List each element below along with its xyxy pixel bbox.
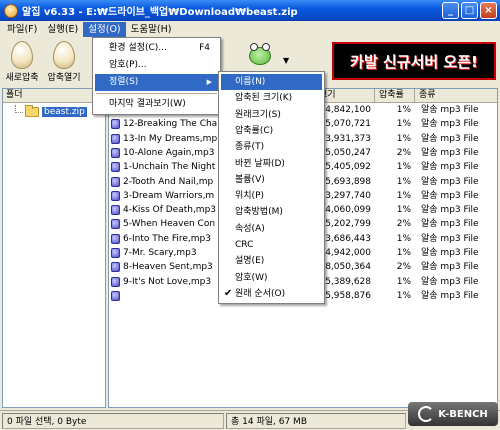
sort-item[interactable]: 속성(A) — [221, 221, 322, 237]
sort-item[interactable]: CRC — [221, 237, 322, 253]
new-archive-label: 새로압축 — [5, 73, 39, 83]
mp3-file-icon — [111, 219, 120, 230]
ad-banner[interactable]: 카발 신규서버 오픈! — [332, 42, 496, 80]
mp3-file-icon — [111, 248, 120, 258]
menu-run[interactable]: 실행(E) — [42, 22, 83, 37]
submenu-arrow-icon: ▶ — [206, 78, 212, 86]
file-ratio: 2% — [396, 219, 411, 230]
sort-item[interactable]: ✔ 원래 순서(O) — [221, 286, 322, 302]
open-archive-label: 압축열기 — [47, 73, 81, 83]
mp3-file-icon — [111, 290, 120, 301]
file-ratio: 1% — [396, 119, 411, 130]
file-type: 알송 mp3 File — [421, 133, 479, 144]
column-type[interactable]: 종류 — [415, 89, 497, 103]
file-ratio: 1% — [396, 162, 411, 173]
menu-bar: 파일(F) 실행(E) 설정(O) 도움말(H) — [0, 21, 500, 38]
sort-item[interactable]: 암호(W) — [221, 270, 322, 286]
checkmark-icon: ✔ — [224, 287, 233, 299]
egg-open-icon — [53, 41, 75, 69]
mp3-file-icon — [111, 147, 120, 158]
column-ratio[interactable]: 압축률 — [375, 89, 415, 103]
file-ratio: 1% — [396, 290, 411, 301]
file-type: 알송 mp3 File — [421, 233, 479, 244]
file-ratio: 2% — [396, 147, 411, 158]
mp3-file-icon — [111, 262, 120, 273]
menu-help[interactable]: 도움말(H) — [126, 22, 177, 37]
file-type: 알송 mp3 File — [421, 190, 479, 201]
sort-item[interactable]: 압축된 크기(K) — [221, 90, 322, 106]
sort-item[interactable]: 종류(T) — [221, 139, 322, 155]
minimize-button[interactable]: _ — [442, 2, 459, 19]
folder-pane-header: 폴더 — [3, 89, 105, 103]
title-bar: 알집 v6.33 - E:₩드라이브_백업₩Download₩beast.zip… — [0, 0, 500, 21]
egg-icon — [11, 41, 33, 69]
menu-separator — [96, 93, 217, 94]
status-selection: 0 파일 선택, 0 Byte — [2, 413, 224, 429]
preferences-shortcut: F4 — [199, 43, 210, 53]
dropdown-arrow-icon[interactable]: ▼ — [283, 56, 289, 65]
menu-item-last-result[interactable]: 마지막 결과보기(W) — [95, 96, 218, 113]
alien-icon — [246, 43, 274, 67]
file-ratio: 1% — [396, 190, 411, 201]
file-type: 알송 mp3 File — [421, 147, 479, 158]
folder-pane: 폴더 beast.zip — [2, 88, 106, 408]
menu-item-sort[interactable]: 정렬(S) ▶ — [95, 74, 218, 91]
file-ratio: 1% — [396, 205, 411, 216]
file-ratio: 1% — [396, 276, 411, 287]
file-type: 알송 mp3 File — [421, 162, 479, 173]
mp3-file-icon — [111, 190, 120, 201]
file-type: 알송 mp3 File — [421, 219, 479, 230]
maximize-button[interactable]: □ — [461, 2, 478, 19]
mp3-file-icon — [111, 119, 120, 130]
file-ratio: 1% — [396, 248, 411, 258]
sort-item[interactable]: 압축률(C) — [221, 123, 322, 139]
file-type: 알송 mp3 File — [421, 262, 479, 273]
file-type: 알송 mp3 File — [421, 248, 479, 258]
sort-submenu: 이름(N) 압축된 크기(K) 원래크기(S) 압축률(C) 종류(T) 바뀐 날짜(D)… — [218, 71, 325, 304]
menu-file[interactable]: 파일(F) — [2, 22, 42, 37]
alzip-app-icon — [4, 3, 18, 18]
mp3-file-icon — [111, 233, 120, 244]
banner-text: 카발 신규서버 오픈! — [350, 52, 478, 71]
sort-item[interactable]: 위치(P) — [221, 188, 322, 204]
sort-item[interactable]: 볼륨(V) — [221, 172, 322, 188]
file-ratio: 1% — [396, 176, 411, 187]
file-type: 알송 mp3 File — [421, 205, 479, 216]
mp3-file-icon — [111, 162, 120, 173]
file-ratio: 2% — [396, 262, 411, 273]
file-ratio: 1% — [396, 105, 411, 115]
folder-icon — [25, 105, 39, 117]
file-ratio: 1% — [396, 133, 411, 144]
file-ratio: 1% — [396, 233, 411, 244]
window-title: 알집 v6.33 - E:₩드라이브_백업₩Download₩beast.zip — [22, 7, 298, 18]
mp3-file-icon — [111, 205, 120, 216]
sort-item[interactable]: 원래크기(S) — [221, 107, 322, 123]
close-button[interactable]: × — [480, 2, 497, 19]
mp3-file-icon — [111, 176, 120, 187]
settings-menu: 환경 설정(C)... F4 암호(P)... 정렬(S) ▶ 마지막 결과보기… — [92, 37, 221, 115]
sort-item[interactable]: 압축방법(M) — [221, 204, 322, 220]
tree-item-label: beast.zip — [42, 107, 87, 117]
file-type: 알송 mp3 File — [421, 119, 479, 130]
alien-tool-button[interactable] — [240, 41, 280, 67]
new-archive-button[interactable]: 새로압축 — [2, 41, 42, 83]
mp3-file-icon — [111, 133, 120, 144]
kbench-watermark: K-BENCH — [408, 402, 498, 426]
sort-item[interactable]: 설명(E) — [221, 253, 322, 269]
status-total: 총 14 파일, 67 MB — [226, 413, 406, 429]
menu-item-preferences[interactable]: 환경 설정(C)... F4 — [95, 40, 218, 57]
mp3-file-icon — [111, 276, 120, 287]
file-type: 알송 mp3 File — [421, 176, 479, 187]
sort-item[interactable]: 바뀐 날짜(D) — [221, 156, 322, 172]
file-type: 알송 mp3 File — [421, 105, 479, 115]
open-archive-button[interactable]: 압축열기 — [44, 41, 84, 83]
menu-settings[interactable]: 설정(O) — [83, 22, 126, 37]
sort-item[interactable]: 이름(N) — [221, 74, 322, 90]
file-type: 알송 mp3 File — [421, 276, 479, 287]
file-type: 알송 mp3 File — [421, 290, 479, 301]
menu-item-password[interactable]: 암호(P)... — [95, 57, 218, 74]
